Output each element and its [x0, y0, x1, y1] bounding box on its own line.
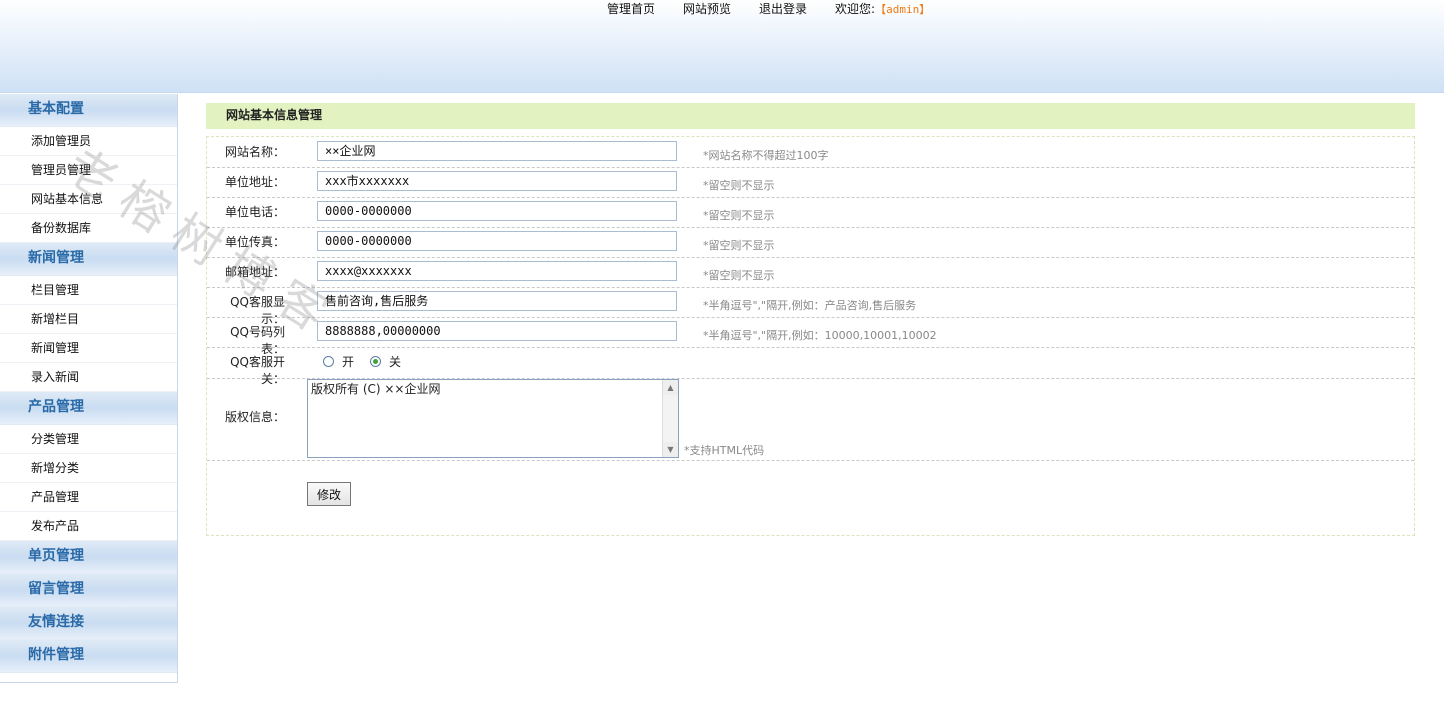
sidebar-item-add-column[interactable]: 新增栏目	[0, 305, 177, 334]
field-label: 网站名称：	[224, 145, 285, 159]
username: 【admin】	[875, 3, 931, 16]
sidebar-item-column-manage[interactable]: 栏目管理	[0, 276, 177, 305]
form-row-address: 单位地址： xxx市xxxxxxx *留空则不显示	[207, 167, 1414, 198]
sidebar-item-add-category[interactable]: 新增分类	[0, 454, 177, 483]
field-hint: *半角逗号","隔开,例如：10000,10001,10002	[703, 329, 937, 342]
copyright-text: 版权所有 (C) ××企业网	[311, 382, 441, 396]
sidebar-item-publish-product[interactable]: 发布产品	[0, 512, 177, 541]
scroll-down-icon[interactable]: ▼	[663, 442, 678, 457]
form-row-fax: 单位传真： 0000-0000000 *留空则不显示	[207, 227, 1414, 258]
sidebar-item-news-manage[interactable]: 新闻管理	[0, 334, 177, 363]
phone-input[interactable]: 0000-0000000	[317, 201, 677, 221]
field-label: 单位传真：	[224, 235, 285, 249]
field-hint: *留空则不显示	[703, 239, 775, 252]
nav-admin-home[interactable]: 管理首页	[607, 1, 655, 17]
form-row-site-name: 网站名称： ××企业网 *网站名称不得超过100字	[207, 137, 1414, 168]
welcome-text: 欢迎您:【admin】	[835, 1, 930, 17]
sidebar-section-links[interactable]: 友情连接	[0, 607, 177, 640]
field-label: 单位电话：	[224, 205, 285, 219]
qq-switch-on-radio[interactable]	[323, 356, 334, 367]
qq-switch-off-radio[interactable]	[370, 356, 382, 367]
sidebar-section-pages[interactable]: 单页管理	[0, 541, 177, 574]
copyright-textarea[interactable]: 版权所有 (C) ××企业网 ▲ ▼	[307, 379, 679, 458]
form-row-qq-switch: QQ客服开关： 开 关	[207, 347, 1414, 386]
sidebar-item-add-admin[interactable]: 添加管理员	[0, 127, 177, 156]
fax-input[interactable]: 0000-0000000	[317, 231, 677, 251]
field-hint: *支持HTML代码	[684, 444, 765, 457]
qq-display-input[interactable]: 售前咨询,售后服务	[317, 291, 677, 311]
sidebar-item-add-news[interactable]: 录入新闻	[0, 363, 177, 392]
field-label: 版权信息：	[224, 410, 285, 424]
form-row-qq-display: QQ客服显示： 售前咨询,售后服务 *半角逗号","隔开,例如：产品咨询,售后服…	[207, 287, 1414, 326]
form-row-copyright: 版权信息： 版权所有 (C) ××企业网 ▲ ▼ *支持HTML代码	[207, 378, 1414, 461]
qq-list-input[interactable]: 8888888,00000000	[317, 321, 677, 341]
sidebar-item-category-manage[interactable]: 分类管理	[0, 425, 177, 454]
scroll-up-icon[interactable]: ▲	[663, 380, 678, 395]
sidebar: 基本配置 添加管理员 管理员管理 网站基本信息 备份数据库 新闻管理 栏目管理 …	[0, 94, 178, 683]
sidebar-item-site-info[interactable]: 网站基本信息	[0, 185, 177, 214]
form-row-qq-list: QQ号码列表： 8888888,00000000 *半角逗号","隔开,例如：1…	[207, 317, 1414, 356]
nav-site-preview[interactable]: 网站预览	[683, 1, 731, 17]
form-row-phone: 单位电话： 0000-0000000 *留空则不显示	[207, 197, 1414, 228]
qq-switch-on-label: 开	[342, 355, 355, 369]
sidebar-section-news[interactable]: 新闻管理	[0, 243, 177, 276]
address-input[interactable]: xxx市xxxxxxx	[317, 171, 677, 191]
sidebar-item-admin-manage[interactable]: 管理员管理	[0, 156, 177, 185]
site-name-input[interactable]: ××企业网	[317, 141, 677, 161]
sidebar-section-attachments[interactable]: 附件管理	[0, 640, 177, 673]
qq-switch-radio-group: 开 关	[323, 353, 401, 370]
field-hint: *半角逗号","隔开,例如：产品咨询,售后服务	[703, 299, 917, 312]
field-hint: *留空则不显示	[703, 269, 775, 282]
welcome-label: 欢迎您:	[835, 2, 876, 16]
sidebar-item-product-manage[interactable]: 产品管理	[0, 483, 177, 512]
page-title: 网站基本信息管理	[206, 103, 1415, 129]
field-hint: *留空则不显示	[703, 179, 775, 192]
textarea-scrollbar[interactable]: ▲ ▼	[662, 380, 678, 457]
form-row-email: 邮箱地址： xxxx@xxxxxxx *留空则不显示	[207, 257, 1414, 288]
submit-button[interactable]: 修改	[307, 482, 351, 506]
site-info-form: 网站名称： ××企业网 *网站名称不得超过100字 单位地址： xxx市xxxx…	[206, 136, 1415, 536]
sidebar-section-basic-config[interactable]: 基本配置	[0, 94, 177, 127]
field-hint: *留空则不显示	[703, 209, 775, 222]
qq-switch-off-label: 关	[389, 355, 402, 369]
sidebar-section-messages[interactable]: 留言管理	[0, 574, 177, 607]
sidebar-item-backup-db[interactable]: 备份数据库	[0, 214, 177, 243]
top-nav: 管理首页 网站预览 退出登录 欢迎您:【admin】	[607, 1, 930, 17]
field-hint: *网站名称不得超过100字	[703, 149, 829, 162]
sidebar-section-products[interactable]: 产品管理	[0, 392, 177, 425]
field-label: 单位地址：	[224, 175, 285, 189]
top-header: 管理首页 网站预览 退出登录 欢迎您:【admin】	[0, 0, 1444, 93]
field-label: 邮箱地址：	[224, 265, 285, 279]
email-input[interactable]: xxxx@xxxxxxx	[317, 261, 677, 281]
nav-logout[interactable]: 退出登录	[759, 1, 807, 17]
